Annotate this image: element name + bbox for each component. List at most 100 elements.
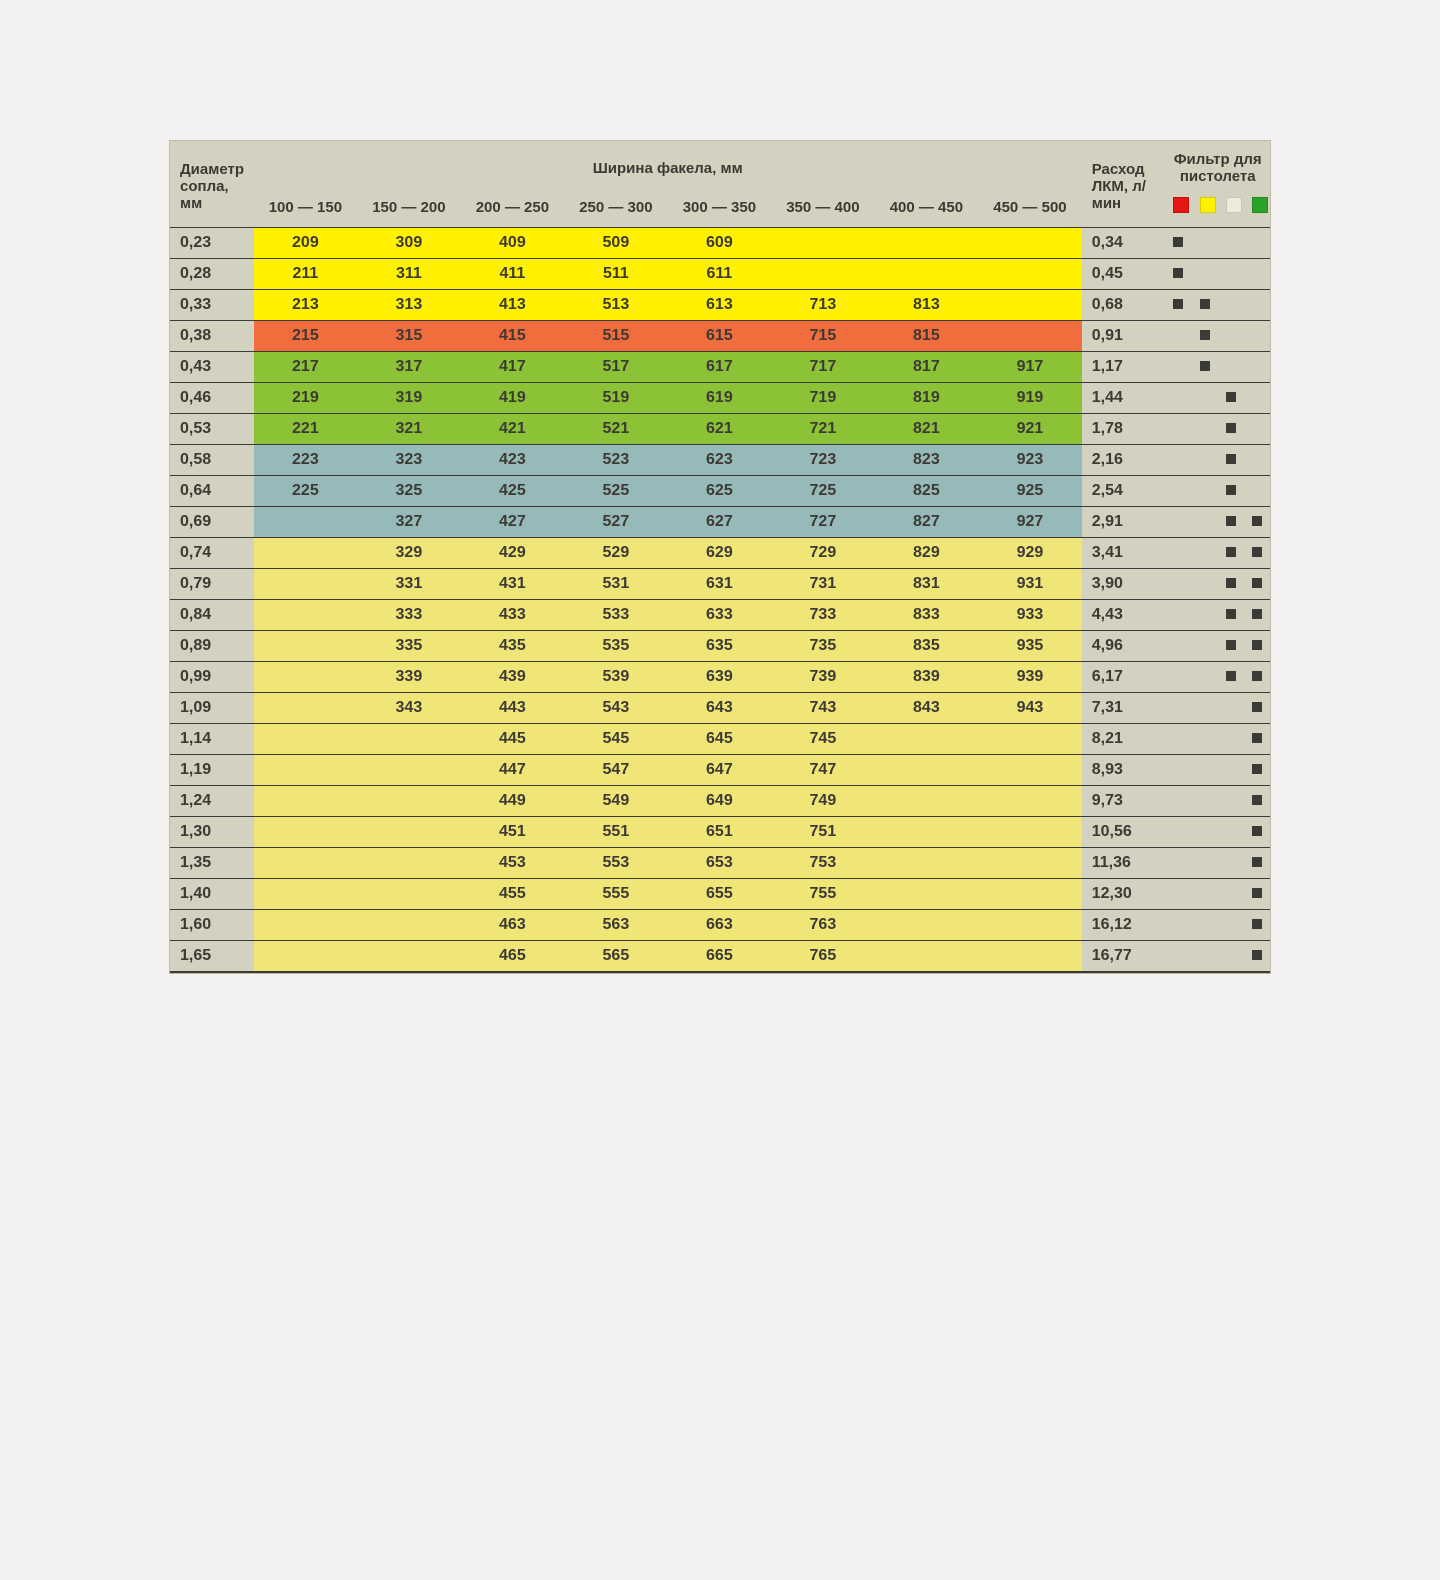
cell-diameter: 1,19 (170, 755, 254, 786)
cell-nozzle-code (357, 848, 461, 879)
cell-nozzle-code (357, 941, 461, 973)
cell-filter-red (1165, 538, 1191, 569)
cell-filter-red (1165, 631, 1191, 662)
cell-filter-green (1244, 290, 1270, 321)
cell-filter-green (1244, 507, 1270, 538)
cell-nozzle-code (771, 228, 875, 259)
table-row: 0,532213214215216217218219211,78 (170, 414, 1270, 445)
cell-filter-red (1165, 228, 1191, 259)
cell-nozzle-code (254, 693, 358, 724)
cell-nozzle-code: 335 (357, 631, 461, 662)
cell-nozzle-code: 931 (978, 569, 1082, 600)
cell-nozzle-code: 643 (668, 693, 772, 724)
cell-nozzle-code: 725 (771, 476, 875, 507)
filter-mark-icon (1252, 826, 1262, 836)
cell-filter-white (1218, 569, 1244, 600)
cell-nozzle-code: 555 (564, 879, 668, 910)
cell-nozzle-code: 923 (978, 445, 1082, 476)
cell-flow: 0,34 (1082, 228, 1166, 259)
cell-filter-white (1218, 476, 1244, 507)
cell-nozzle-code (254, 910, 358, 941)
cell-filter-green (1244, 724, 1270, 755)
cell-filter-yellow (1192, 786, 1218, 817)
cell-nozzle-code: 619 (668, 383, 772, 414)
cell-nozzle-code: 311 (357, 259, 461, 290)
cell-diameter: 1,65 (170, 941, 254, 973)
cell-filter-yellow (1192, 445, 1218, 476)
cell-nozzle-code: 617 (668, 352, 772, 383)
cell-nozzle-code (254, 786, 358, 817)
cell-nozzle-code: 521 (564, 414, 668, 445)
cell-filter-yellow (1192, 941, 1218, 973)
cell-nozzle-code: 829 (875, 538, 979, 569)
cell-nozzle-code: 755 (771, 879, 875, 910)
cell-nozzle-code: 735 (771, 631, 875, 662)
filter-mark-icon (1252, 919, 1262, 929)
table-row: 0,282113114115116110,45 (170, 259, 1270, 290)
cell-nozzle-code: 653 (668, 848, 772, 879)
filter-mark-icon (1226, 454, 1236, 464)
cell-nozzle-code: 727 (771, 507, 875, 538)
cell-filter-white (1218, 507, 1244, 538)
cell-nozzle-code: 563 (564, 910, 668, 941)
cell-diameter: 0,58 (170, 445, 254, 476)
cell-filter-red (1165, 290, 1191, 321)
red-swatch-icon (1173, 197, 1189, 213)
cell-nozzle-code: 615 (668, 321, 772, 352)
col-filter-header: Фильтр для пистолета (1165, 141, 1270, 191)
cell-nozzle-code (978, 910, 1082, 941)
cell-filter-green (1244, 259, 1270, 290)
cell-filter-white (1218, 414, 1244, 445)
cell-filter-red (1165, 383, 1191, 414)
filter-mark-icon (1226, 640, 1236, 650)
cell-filter-yellow (1192, 383, 1218, 414)
cell-nozzle-code (875, 910, 979, 941)
cell-flow: 11,36 (1082, 848, 1166, 879)
cell-flow: 0,91 (1082, 321, 1166, 352)
cell-nozzle-code (978, 724, 1082, 755)
cell-diameter: 0,53 (170, 414, 254, 445)
cell-flow: 0,45 (1082, 259, 1166, 290)
cell-filter-green (1244, 817, 1270, 848)
cell-filter-white (1218, 662, 1244, 693)
table-row: 0,993394395396397398399396,17 (170, 662, 1270, 693)
cell-nozzle-code: 525 (564, 476, 668, 507)
cell-nozzle-code (978, 290, 1082, 321)
cell-flow: 1,44 (1082, 383, 1166, 414)
cell-nozzle-code (357, 786, 461, 817)
cell-nozzle-code: 753 (771, 848, 875, 879)
cell-filter-white (1218, 228, 1244, 259)
cell-nozzle-code (254, 569, 358, 600)
cell-nozzle-code (875, 879, 979, 910)
filter-mark-icon (1252, 640, 1262, 650)
cell-diameter: 0,74 (170, 538, 254, 569)
cell-filter-red (1165, 724, 1191, 755)
filter-mark-icon (1200, 299, 1210, 309)
filter-mark-icon (1226, 485, 1236, 495)
cell-nozzle-code (254, 600, 358, 631)
cell-nozzle-code: 833 (875, 600, 979, 631)
cell-nozzle-code: 427 (461, 507, 565, 538)
cell-nozzle-code: 327 (357, 507, 461, 538)
filter-mark-icon (1252, 609, 1262, 619)
cell-nozzle-code (875, 941, 979, 973)
cell-nozzle-code: 729 (771, 538, 875, 569)
cell-filter-red (1165, 879, 1191, 910)
nozzle-table: Диаметр сопла, мм Ширина факела, мм Расх… (170, 141, 1270, 973)
cell-nozzle-code: 447 (461, 755, 565, 786)
cell-nozzle-code: 545 (564, 724, 668, 755)
cell-flow: 7,31 (1082, 693, 1166, 724)
cell-nozzle-code: 453 (461, 848, 565, 879)
table-row: 0,743294295296297298299293,41 (170, 538, 1270, 569)
cell-filter-yellow (1192, 414, 1218, 445)
cell-nozzle-code: 543 (564, 693, 668, 724)
cell-nozzle-code: 739 (771, 662, 875, 693)
cell-nozzle-code (875, 817, 979, 848)
cell-filter-white (1218, 755, 1244, 786)
filter-swatch-yellow (1192, 191, 1218, 228)
cell-nozzle-code: 333 (357, 600, 461, 631)
cell-nozzle-code (875, 259, 979, 290)
cell-nozzle-code (357, 910, 461, 941)
cell-nozzle-code (254, 755, 358, 786)
filter-mark-icon (1226, 671, 1236, 681)
